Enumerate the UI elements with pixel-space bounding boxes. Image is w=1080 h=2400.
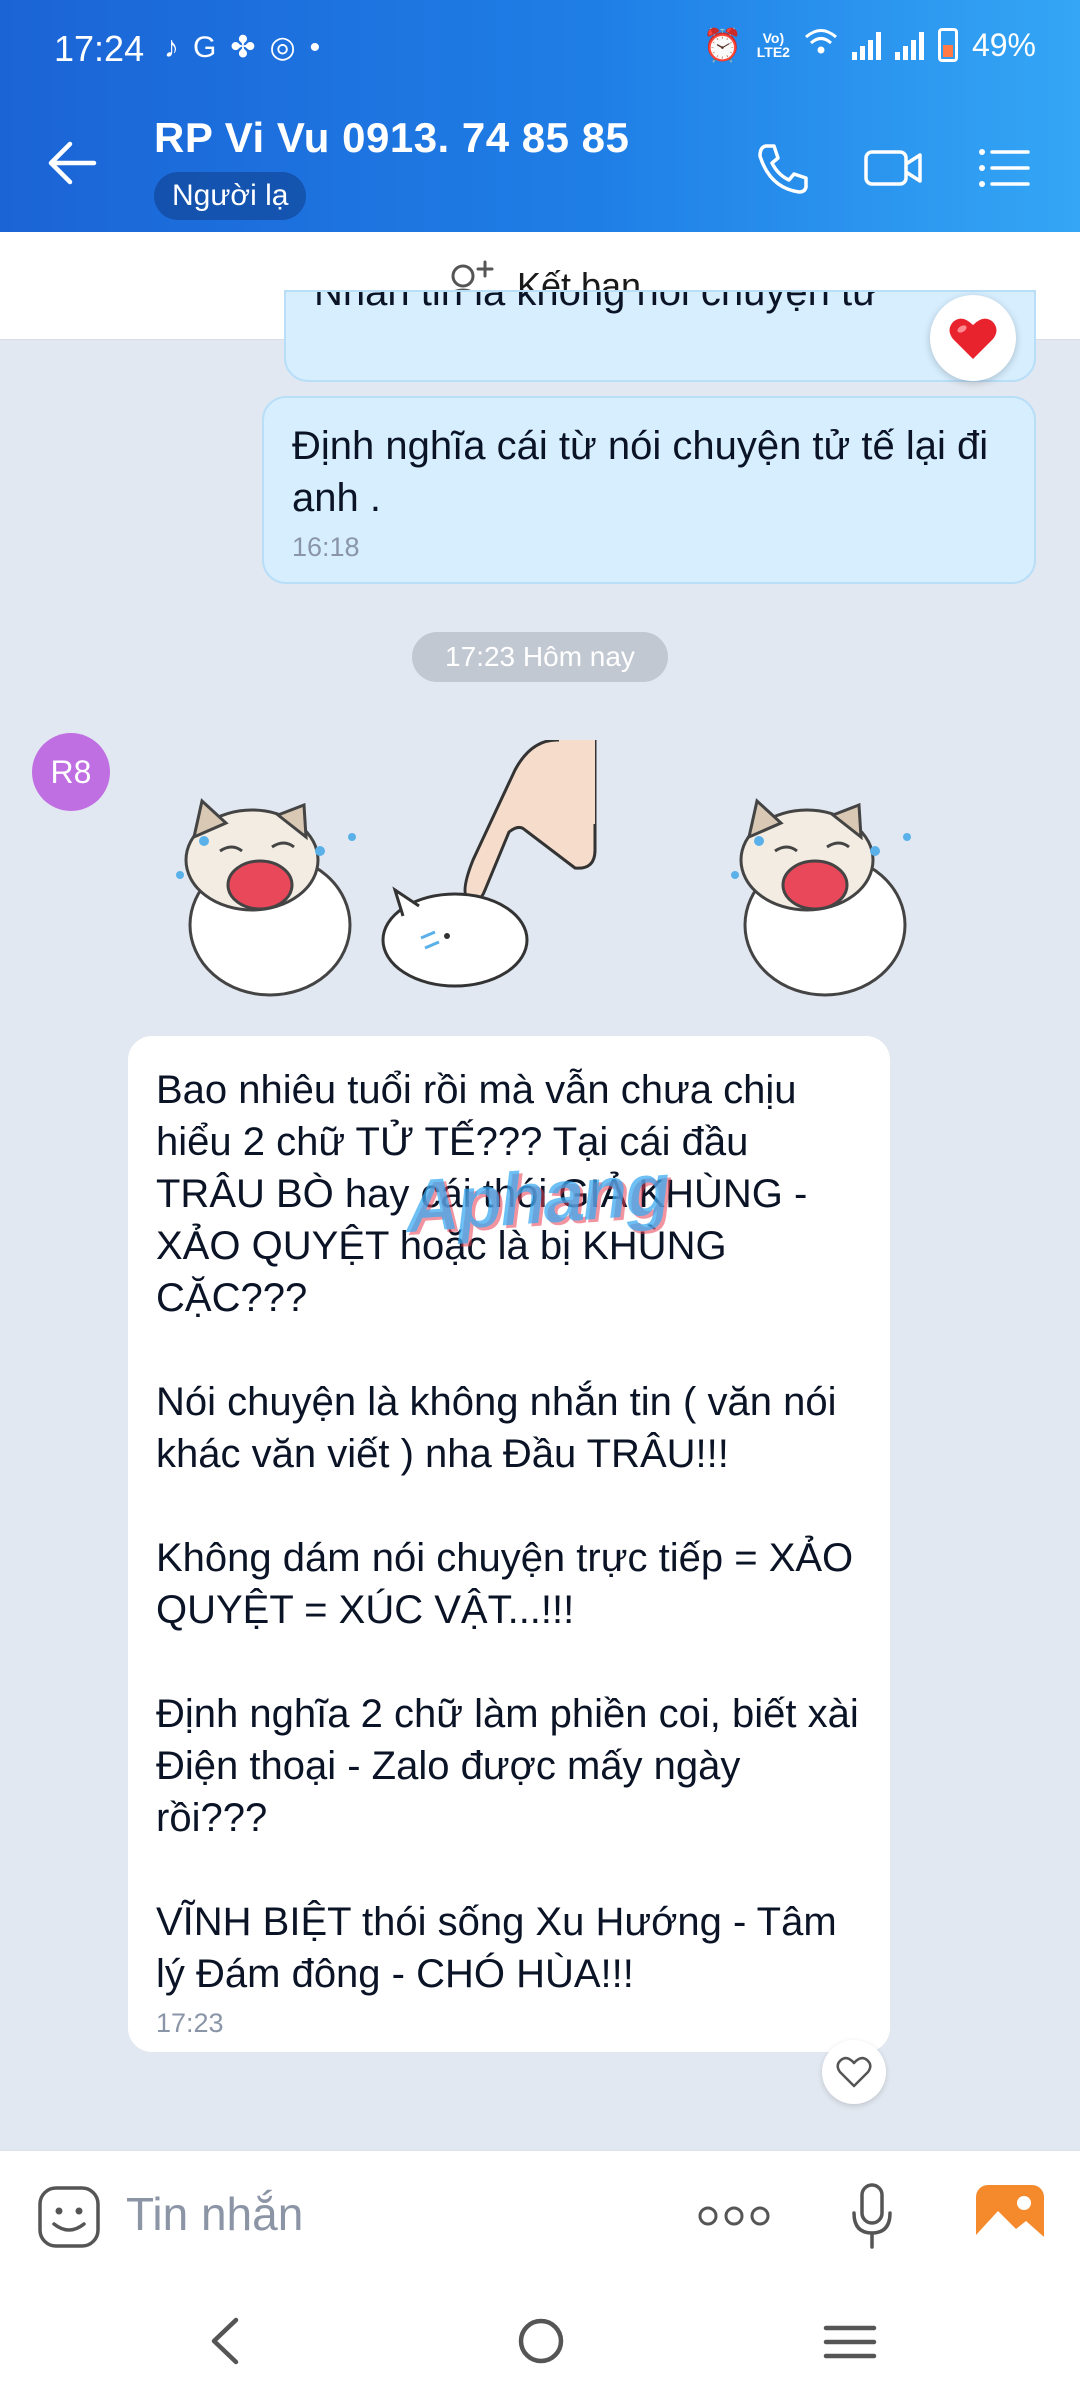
received-paragraph: Định nghĩa 2 chữ làm phiền coi, biết xài…	[156, 1692, 870, 1840]
volte-icon: Vo) LTE2	[756, 30, 790, 60]
like-message-button[interactable]	[822, 2040, 886, 2104]
instagram-icon: ◎	[269, 31, 296, 64]
nav-back-icon[interactable]	[208, 2316, 242, 2366]
message-composer: Tin nhắn	[0, 2150, 1080, 2280]
system-nav-bar	[0, 2280, 1080, 2400]
video-call-button[interactable]	[862, 140, 926, 196]
sent-message-time: 16:18	[292, 532, 360, 562]
microphone-icon[interactable]	[848, 2181, 896, 2253]
received-paragraph: Không dám nói chuyện trực tiếp = XẢO QUY…	[156, 1536, 865, 1632]
options-menu-button[interactable]	[974, 140, 1038, 196]
image-gallery-icon[interactable]	[974, 2183, 1046, 2249]
notification-icons: ♪ G ✤ ◎ •	[164, 28, 320, 68]
emoji-sticker-icon[interactable]	[36, 2184, 102, 2250]
more-options-icon[interactable]	[696, 2201, 772, 2231]
sent-message-bubble[interactable]: Định nghĩa cái từ nói chuyện tử tế lại đ…	[262, 396, 1036, 584]
crying-cat-sticker	[176, 738, 911, 997]
status-time: 17:24	[54, 28, 145, 69]
message-text-partial: Nhắn tin là không nói chuyện tử	[314, 290, 879, 314]
battery-icon	[937, 28, 958, 62]
pinwheel-icon: ✤	[230, 31, 256, 64]
back-arrow-icon	[48, 141, 97, 185]
reaction-heart-button[interactable]	[930, 295, 1016, 381]
message-input[interactable]: Tin nhắn	[126, 2187, 303, 2241]
received-message-time: 17:23	[156, 2008, 224, 2038]
sticker-message[interactable]	[135, 738, 955, 1010]
received-paragraph: VĨNH BIỆT thói sống Xu Hướng - Tâm lý Đá…	[156, 1900, 848, 1996]
alarm-icon: ⏰	[702, 27, 743, 63]
nav-recents-icon[interactable]	[822, 2322, 878, 2362]
date-separator: 17:23 Hôm nay	[412, 632, 668, 682]
sender-avatar[interactable]: R8	[32, 733, 110, 811]
wifi-icon	[804, 27, 838, 64]
nav-home-icon[interactable]	[516, 2316, 566, 2366]
chat-header: RP Vi Vu 0913. 74 85 85 Người lạ	[0, 100, 1080, 232]
signal-icon-1	[851, 30, 881, 60]
heart-outline-icon	[836, 2056, 872, 2088]
signal-icon-2	[894, 30, 924, 60]
stranger-badge: Người lạ	[154, 172, 307, 220]
sent-message-text: Định nghĩa cái từ nói chuyện tử tế lại đ…	[292, 424, 1000, 520]
battery-level: 49%	[971, 26, 1036, 63]
phone-icon	[758, 144, 808, 194]
list-menu-icon	[979, 149, 1030, 187]
tiktok-icon: ♪	[164, 31, 179, 64]
google-icon: G	[193, 31, 217, 64]
system-icons: ⏰ Vo) LTE2 49%	[703, 26, 1036, 64]
heart-reaction-icon	[949, 318, 997, 359]
top-bar: 17:24 ♪ G ✤ ◎ • ⏰ Vo) LTE2 49% RP Vi Vu 0…	[0, 0, 1080, 232]
more-dot-icon: •	[309, 31, 321, 64]
contact-name[interactable]: RP Vi Vu 0913. 74 85 85	[154, 114, 629, 162]
status-bar: 17:24 ♪ G ✤ ◎ • ⏰ Vo) LTE2 49%	[0, 0, 1080, 100]
message-bubble-partial[interactable]: Nhắn tin là không nói chuyện tử	[284, 290, 1036, 382]
video-camera-icon	[864, 150, 922, 186]
call-button[interactable]	[752, 140, 816, 196]
received-paragraph: Nói chuyện là không nhắn tin ( văn nói k…	[156, 1380, 848, 1476]
back-button[interactable]	[44, 138, 104, 188]
